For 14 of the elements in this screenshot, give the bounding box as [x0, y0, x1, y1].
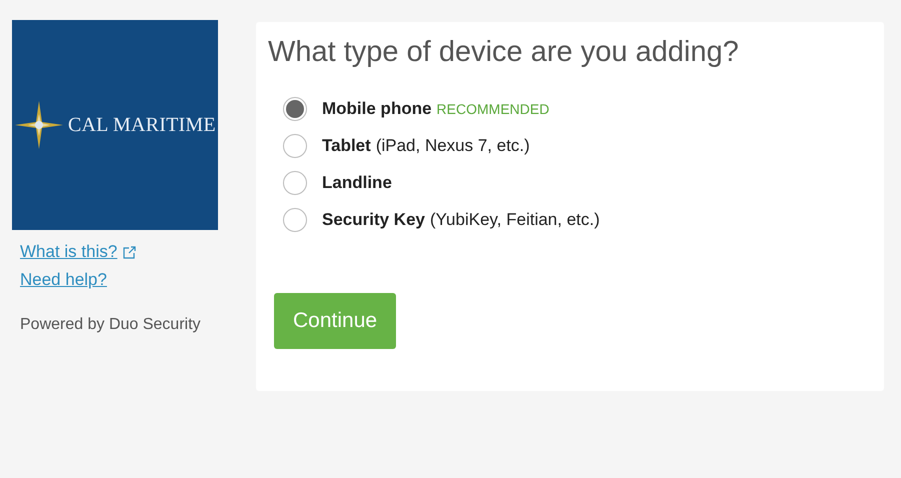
radio-button[interactable] — [283, 171, 307, 195]
card-title: What type of device are you adding? — [268, 36, 740, 69]
radio-button[interactable] — [283, 97, 307, 121]
logo-text: CAL MARITIME — [68, 114, 216, 136]
external-link-icon — [123, 246, 136, 258]
powered-by-text: Powered by Duo Security — [20, 316, 202, 334]
option-label[interactable]: Security Key (YubiKey, Feitian, etc.) — [322, 210, 600, 230]
radio-button[interactable] — [283, 134, 307, 158]
option-label[interactable]: Landline — [322, 173, 392, 193]
compass-star-icon — [14, 100, 64, 150]
option-label[interactable]: Mobile phone — [322, 99, 432, 119]
option-label[interactable]: Tablet (iPad, Nexus 7, etc.) — [322, 136, 530, 156]
radio-button[interactable] — [283, 208, 307, 232]
recommended-label: RECOMMENDED — [436, 101, 550, 117]
